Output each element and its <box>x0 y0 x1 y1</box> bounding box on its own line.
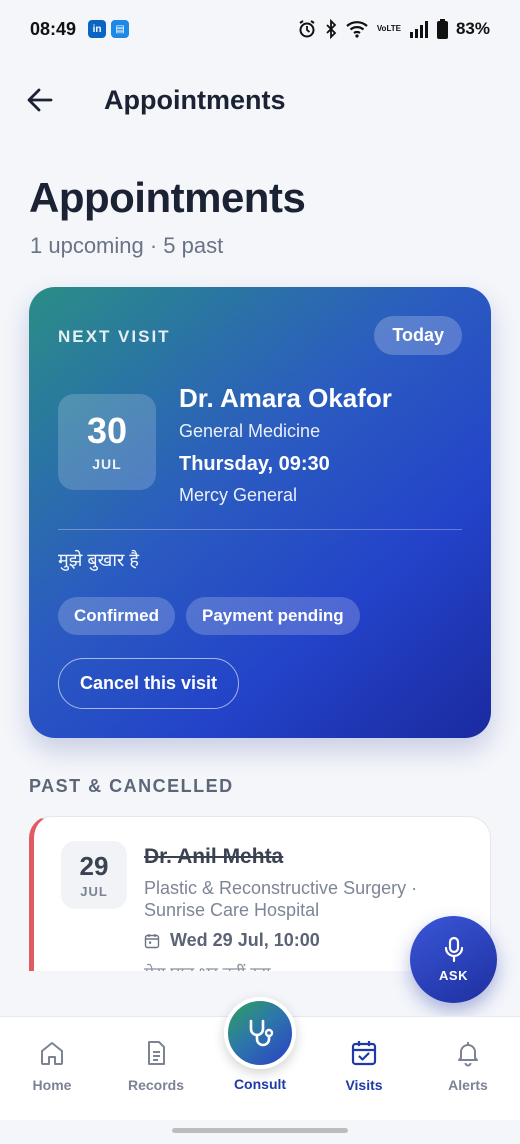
calendar-check-icon <box>351 1041 377 1066</box>
top-app-bar: Appointments <box>0 70 520 130</box>
toolbar-title: Appointments <box>104 84 286 115</box>
past-hospital: Sunrise Care Hospital <box>144 900 320 920</box>
nav-home-label: Home <box>32 1077 72 1093</box>
doctor-name: Dr. Amara Okafor <box>179 383 392 413</box>
cancel-visit-button[interactable]: Cancel this visit <box>58 658 240 709</box>
status-bar: 08:49 in ▤ Vo LTE 83% <box>0 0 520 58</box>
visit-note: मुझे बुखार है <box>58 550 139 570</box>
back-button[interactable] <box>10 70 70 130</box>
date-month: JUL <box>92 456 122 472</box>
ask-button[interactable]: ASK <box>410 916 497 1003</box>
nav-visits-label: Visits <box>345 1077 383 1093</box>
home-indicator[interactable] <box>172 1128 348 1133</box>
volte-icon: Vo LTE <box>376 24 401 33</box>
past-visit-note: मेरा घाव भर नहीं रहा <box>144 961 270 971</box>
linkedin-icon: in <box>88 20 107 38</box>
battery-percent: 83% <box>455 19 490 38</box>
past-datetime: Wed 29 Jul, 10:00 <box>144 930 320 951</box>
nav-records-label: Records <box>127 1077 185 1093</box>
appointment-datetime: Thursday, 09:30 <box>179 453 330 475</box>
nav-records[interactable]: Records <box>104 1039 208 1093</box>
today-badge: Today <box>374 316 462 355</box>
past-date-day: 29 <box>79 850 109 881</box>
next-visit-card[interactable]: NEXT VISIT Today 30 JUL Dr. Amara Okafor… <box>29 287 491 738</box>
page-subtitle: 1 upcoming · 5 past <box>30 233 224 258</box>
alarm-icon <box>297 19 317 39</box>
nav-alerts[interactable]: Alerts <box>416 1039 520 1093</box>
past-specialty: Plastic & Reconstructive Surgery · Sunri… <box>144 877 444 921</box>
doctor-specialty: General Medicine <box>179 421 321 441</box>
wifi-icon <box>345 19 369 39</box>
nav-alerts-label: Alerts <box>448 1077 488 1093</box>
date-day: 30 <box>86 410 128 451</box>
appointment-location: Mercy General <box>179 485 298 505</box>
past-datetime-text: Wed 29 Jul, 10:00 <box>170 930 320 950</box>
payment-pending-chip[interactable]: Payment pending <box>186 597 360 635</box>
next-visit-label: NEXT VISIT <box>58 327 171 346</box>
ask-label: ASK <box>439 968 468 983</box>
document-icon <box>148 1041 165 1065</box>
notification-icons: in ▤ <box>88 20 130 38</box>
past-section-label: PAST & CANCELLED <box>29 776 234 796</box>
bluetooth-icon <box>325 19 337 39</box>
past-date-month: JUL <box>80 883 108 899</box>
nav-consult-label[interactable]: Consult <box>208 1076 312 1092</box>
status-chips: Confirmed Payment pending <box>58 597 360 635</box>
status-time: 08:49 <box>30 18 77 39</box>
microphone-icon <box>444 936 463 963</box>
past-date-badge: 29 JUL <box>61 841 127 909</box>
app-notification-icon: ▤ <box>111 20 130 38</box>
stethoscope-icon <box>249 1019 274 1047</box>
bell-icon <box>458 1042 478 1067</box>
nav-home[interactable]: Home <box>0 1039 104 1093</box>
page-title: Appointments <box>29 174 306 221</box>
battery-icon <box>436 19 448 39</box>
home-icon <box>41 1042 63 1065</box>
arrow-left-icon <box>27 88 53 112</box>
nav-consult-button[interactable] <box>224 997 296 1069</box>
calendar-icon <box>144 933 160 948</box>
status-icons: Vo LTE 83% <box>297 19 490 39</box>
past-specialty-line: Plastic & Reconstructive Surgery · <box>144 878 418 898</box>
past-doctor-name: Dr. Anil Mehta <box>144 845 284 868</box>
confirmed-chip: Confirmed <box>58 597 175 635</box>
signal-icon <box>409 20 429 38</box>
card-divider <box>58 529 462 530</box>
date-badge: 30 JUL <box>58 394 156 490</box>
nav-visits[interactable]: Visits <box>312 1039 416 1093</box>
bottom-navigation: Home Records Consult Visits Alerts <box>0 997 520 1120</box>
